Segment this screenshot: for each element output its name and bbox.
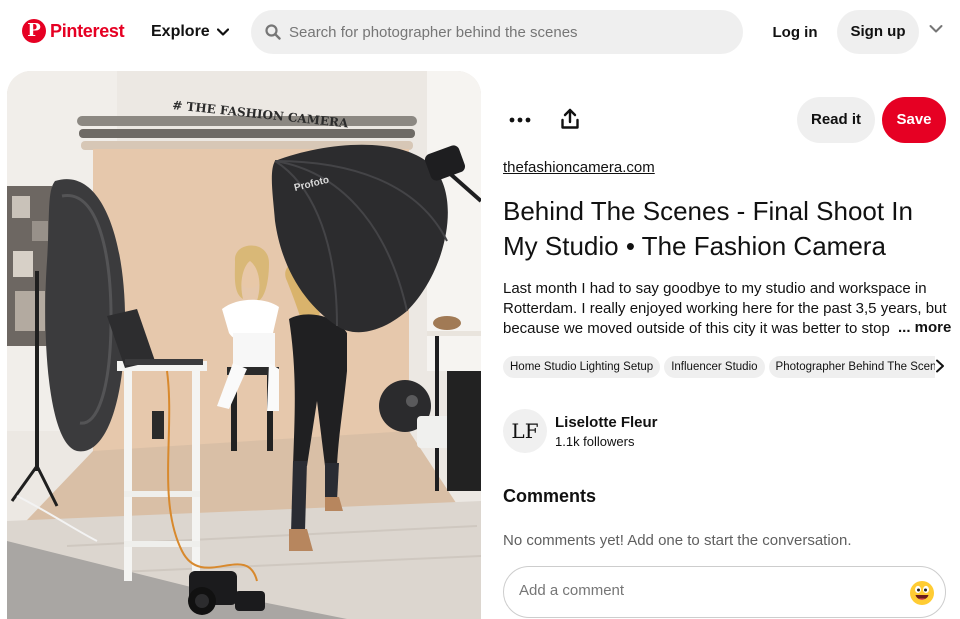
search-bar[interactable] bbox=[251, 10, 743, 54]
tag-chip[interactable]: Influencer Studio bbox=[664, 356, 765, 378]
tag-chip[interactable]: Photographer Behind The Scenes bbox=[768, 356, 935, 378]
description-more-link[interactable]: ... more bbox=[896, 319, 952, 336]
chevron-down-icon bbox=[216, 28, 229, 36]
pinterest-logo[interactable]: P Pinterest bbox=[22, 19, 125, 43]
source-link[interactable]: thefashioncamera.com bbox=[503, 159, 655, 176]
pin-description: Last month I had to say goodbye to my st… bbox=[503, 280, 947, 337]
explore-label: Explore bbox=[151, 23, 210, 40]
comment-box[interactable] bbox=[503, 566, 946, 618]
tag-chip[interactable]: Home Studio Lighting Setup bbox=[503, 356, 661, 378]
tag-list: Home Studio Lighting Setup Influencer Stu… bbox=[503, 356, 935, 378]
chevron-right-icon[interactable] bbox=[935, 359, 945, 373]
top-nav: P Pinterest Explore Log in Sign up bbox=[0, 0, 960, 66]
read-it-button[interactable]: Read it bbox=[797, 97, 875, 143]
pinterest-p-icon: P bbox=[22, 19, 46, 43]
comments-heading: Comments bbox=[503, 486, 597, 506]
save-button[interactable]: Save bbox=[882, 97, 946, 143]
upload-share-icon[interactable] bbox=[560, 108, 580, 130]
search-icon bbox=[265, 24, 281, 40]
empty-comments-text: No comments yet! Add one to start the co… bbox=[503, 532, 852, 549]
chevron-down-icon[interactable] bbox=[929, 24, 943, 34]
pin-image[interactable]: # THE FASHION CAMERA Profoto bbox=[7, 71, 481, 619]
comment-input[interactable] bbox=[519, 582, 899, 599]
ellipsis-icon[interactable] bbox=[509, 109, 531, 131]
search-input[interactable] bbox=[289, 23, 709, 41]
brand-name: Pinterest bbox=[50, 20, 125, 41]
login-button[interactable]: Log in bbox=[764, 13, 826, 53]
emoji-icon[interactable] bbox=[909, 580, 935, 606]
studio-photo: # THE FASHION CAMERA Profoto bbox=[7, 71, 481, 619]
explore-menu[interactable]: Explore bbox=[151, 23, 229, 41]
follower-count: 1.1k followers bbox=[555, 434, 635, 449]
author-name[interactable]: Liselotte Fleur bbox=[555, 414, 658, 431]
pin-actions: Read it Save bbox=[503, 97, 946, 143]
pin-title: Behind The Scenes - Final Shoot In My St… bbox=[503, 196, 913, 261]
avatar[interactable]: LF bbox=[503, 409, 547, 453]
signup-button[interactable]: Sign up bbox=[837, 10, 919, 54]
